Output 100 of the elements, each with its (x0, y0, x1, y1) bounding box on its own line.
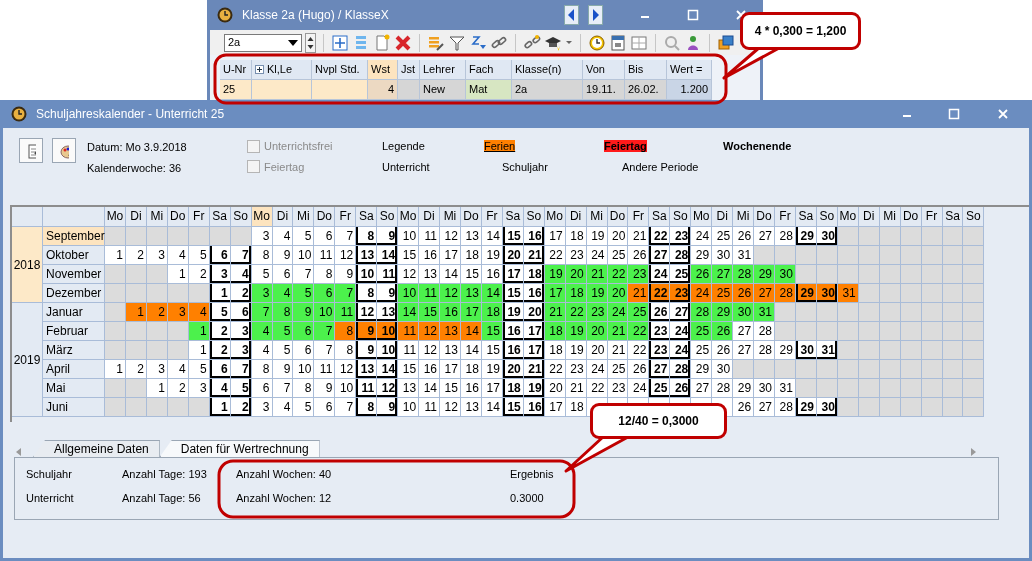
day-cell[interactable]: 11 (419, 398, 440, 417)
day-cell[interactable]: 16 (419, 246, 440, 265)
day-cell[interactable]: 9 (356, 341, 378, 360)
day-cell[interactable]: 7 (230, 246, 252, 265)
column-header[interactable]: U-Nr (220, 60, 252, 80)
day-cell[interactable]: 21 (607, 322, 629, 341)
day-cell[interactable]: 14 (440, 265, 461, 284)
day-cell[interactable]: 5 (251, 265, 273, 284)
day-cell[interactable]: 4 (272, 398, 294, 417)
day-cell[interactable]: 6 (251, 379, 273, 398)
day-cell[interactable]: 3 (251, 284, 273, 303)
day-cell[interactable]: 4 (167, 246, 189, 265)
day-cell[interactable]: 6 (272, 265, 294, 284)
day-cell[interactable]: 4 (251, 341, 273, 360)
day-cell[interactable]: 1 (105, 246, 126, 265)
day-cell[interactable]: 20 (502, 360, 524, 379)
day-cell[interactable]: 19 (565, 322, 587, 341)
day-cell[interactable]: 3 (188, 379, 210, 398)
day-cell[interactable]: 25 (628, 303, 650, 322)
day-cell[interactable]: 27 (649, 360, 671, 379)
day-cell[interactable]: 16 (460, 379, 482, 398)
day-cell[interactable]: 20 (523, 303, 545, 322)
day-cell[interactable]: 11 (356, 379, 378, 398)
day-cell[interactable]: 13 (419, 265, 440, 284)
windows-icon[interactable] (717, 33, 735, 52)
day-cell[interactable]: 4 (188, 303, 210, 322)
day-cell[interactable]: 20 (607, 284, 629, 303)
day-cell[interactable]: 27 (754, 398, 775, 417)
day-cell[interactable]: 9 (335, 265, 357, 284)
day-cell[interactable]: 6 (314, 398, 336, 417)
day-cell[interactable]: 19 (586, 227, 608, 246)
delete-icon[interactable] (394, 33, 412, 52)
day-cell[interactable]: 20 (586, 322, 608, 341)
day-cell[interactable]: 13 (460, 284, 482, 303)
day-cell[interactable]: 12 (335, 246, 357, 265)
day-cell[interactable]: 18 (481, 303, 503, 322)
day-cell[interactable]: 12 (335, 360, 357, 379)
day-cell[interactable]: 27 (691, 379, 713, 398)
day-cell[interactable]: 26 (670, 379, 692, 398)
day-cell[interactable]: 13 (377, 303, 399, 322)
day-cell[interactable]: 4 (167, 360, 189, 379)
day-cell[interactable]: 1 (188, 341, 210, 360)
day-cell[interactable]: 13 (460, 227, 482, 246)
day-cell[interactable]: 2 (188, 265, 210, 284)
day-cell[interactable]: 2 (230, 284, 252, 303)
day-cell[interactable]: 6 (314, 227, 336, 246)
day-cell[interactable]: 15 (502, 398, 524, 417)
day-cell[interactable]: 18 (565, 227, 587, 246)
day-cell[interactable]: 1 (209, 398, 231, 417)
month-label[interactable]: März (43, 341, 105, 360)
day-cell[interactable]: 10 (398, 398, 420, 417)
day-cell[interactable]: 25 (691, 341, 713, 360)
day-cell[interactable]: 16 (523, 284, 545, 303)
day-cell[interactable]: 17 (460, 303, 482, 322)
day-cell[interactable]: 6 (314, 284, 336, 303)
day-cell[interactable]: 17 (544, 227, 566, 246)
day-cell[interactable]: 15 (440, 379, 461, 398)
month-label[interactable]: Januar (43, 303, 105, 322)
day-cell[interactable]: 4 (251, 322, 273, 341)
day-cell[interactable]: 14 (481, 227, 503, 246)
day-cell[interactable]: 15 (481, 322, 503, 341)
day-cell[interactable]: 19 (586, 284, 608, 303)
day-cell[interactable]: 22 (607, 265, 629, 284)
day-cell[interactable]: 23 (649, 322, 671, 341)
notepad-button[interactable] (19, 138, 43, 163)
day-cell[interactable]: 12 (377, 379, 399, 398)
day-cell[interactable]: 22 (649, 227, 671, 246)
month-label[interactable]: Oktober (43, 246, 105, 265)
day-cell[interactable]: 28 (670, 360, 692, 379)
maximize-icon[interactable] (947, 107, 961, 121)
tab[interactable]: Daten für Wertrechnung (159, 440, 320, 457)
day-cell[interactable]: 5 (293, 284, 315, 303)
day-cell[interactable]: 20 (565, 265, 587, 284)
day-cell[interactable]: 3 (251, 227, 273, 246)
day-cell[interactable]: 3 (209, 265, 231, 284)
day-cell[interactable]: 1 (125, 303, 147, 322)
day-cell[interactable]: 17 (440, 360, 461, 379)
day-cell[interactable]: 29 (795, 398, 817, 417)
day-cell[interactable]: 10 (293, 246, 315, 265)
column-header[interactable]: Wert = (667, 60, 712, 80)
day-cell[interactable]: 8 (272, 303, 294, 322)
day-cell[interactable]: 11 (335, 303, 357, 322)
day-cell[interactable]: 17 (523, 341, 545, 360)
day-cell[interactable]: 28 (691, 303, 713, 322)
day-cell[interactable]: 11 (419, 227, 440, 246)
day-cell[interactable]: 21 (523, 246, 545, 265)
day-cell[interactable]: 11 (419, 284, 440, 303)
day-cell[interactable]: 6 (293, 322, 315, 341)
day-cell[interactable]: 17 (523, 322, 545, 341)
day-cell[interactable]: 7 (314, 341, 336, 360)
day-cell[interactable]: 8 (356, 398, 378, 417)
day-cell[interactable]: 7 (272, 379, 294, 398)
day-cell[interactable]: 14 (481, 398, 503, 417)
day-cell[interactable]: 10 (398, 284, 420, 303)
day-cell[interactable]: 10 (293, 360, 315, 379)
month-label[interactable]: Dezember (43, 284, 105, 303)
day-cell[interactable]: 25 (691, 322, 713, 341)
day-cell[interactable]: 2 (146, 303, 168, 322)
day-cell[interactable]: 17 (544, 284, 566, 303)
day-cell[interactable]: 27 (754, 227, 775, 246)
